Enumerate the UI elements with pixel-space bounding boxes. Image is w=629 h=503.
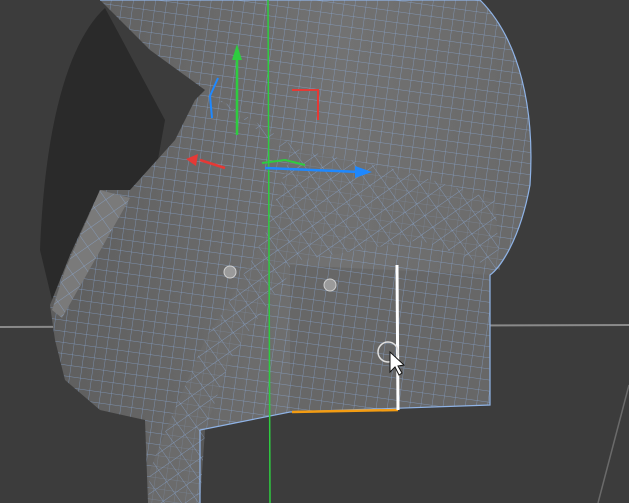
selected-edge[interactable]	[395, 264, 400, 411]
neck-wireframe	[290, 265, 490, 412]
vertex-marker[interactable]	[323, 278, 337, 292]
viewport-scene[interactable]	[0, 0, 629, 503]
grid-line-right	[597, 384, 629, 503]
vertex-marker[interactable]	[223, 265, 237, 279]
3d-viewport[interactable]	[0, 0, 629, 503]
